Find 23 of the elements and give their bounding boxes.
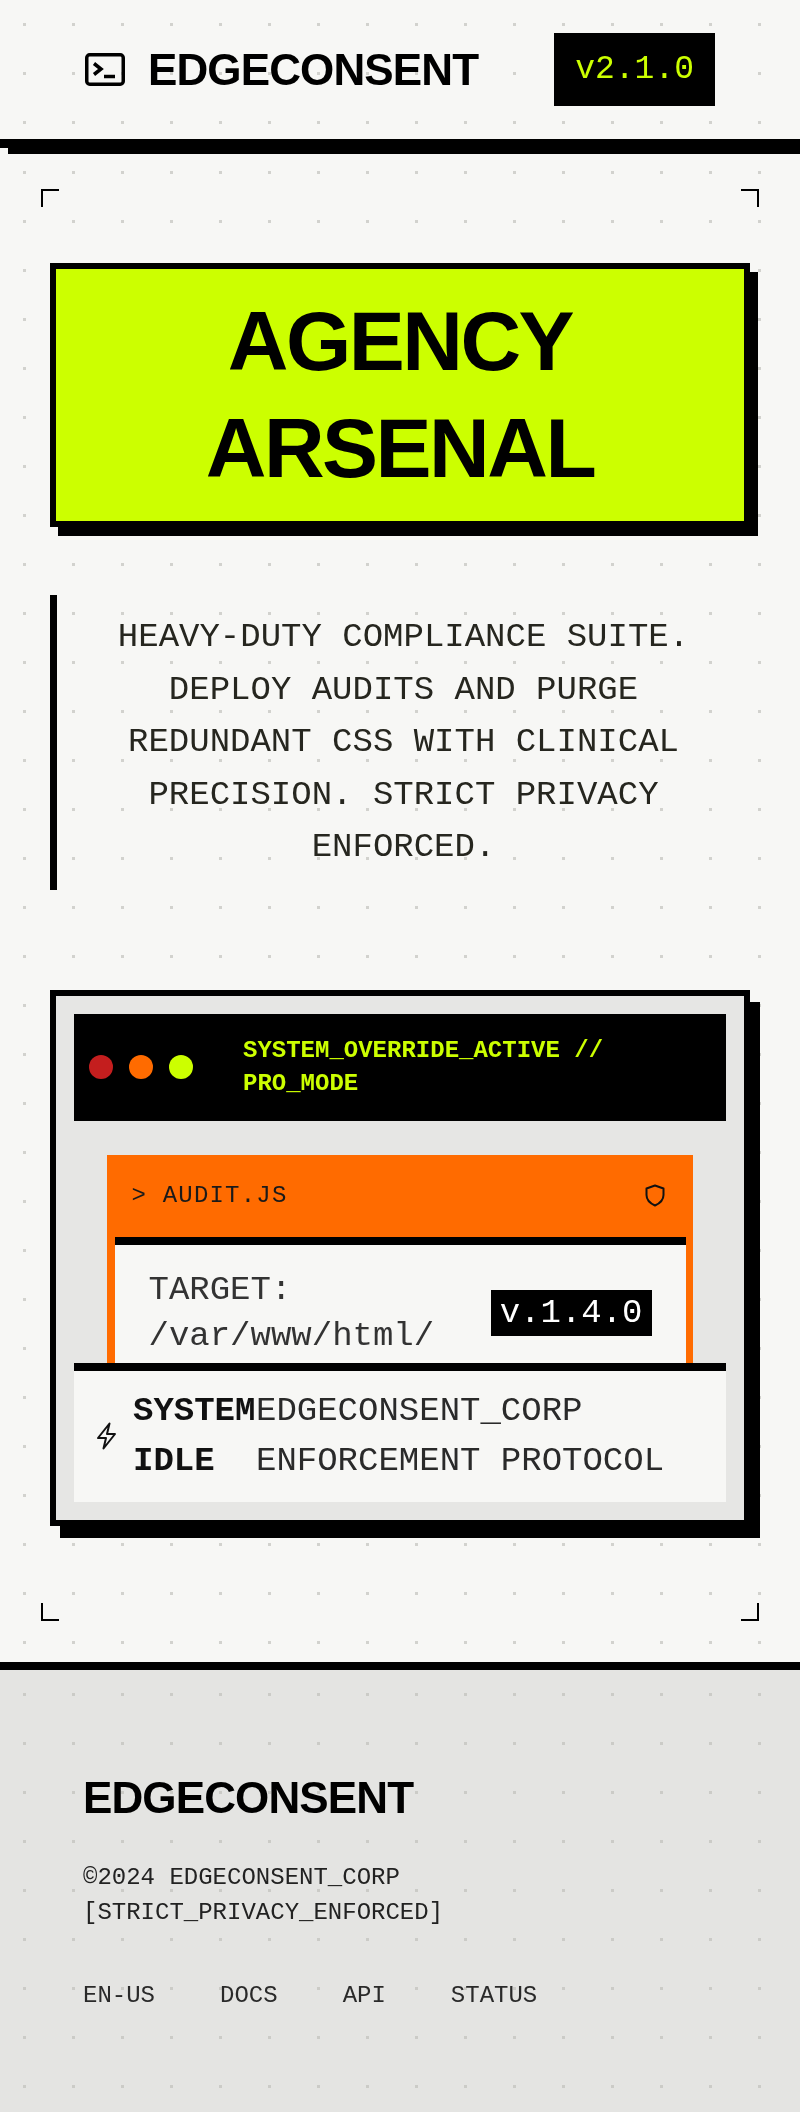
copyright-text: ©2024 EDGECONSENT_CORP [STRICT_PRIVACY_ENFORCED]: [83, 1863, 445, 1928]
version-badge: v.1.4.0: [490, 1289, 652, 1336]
status-label: SYSTEM IDLE: [133, 1391, 256, 1482]
footer-brand: EDGECONSENT: [83, 1772, 414, 1824]
status-text: EDGECONSENT_CORP ENFORCEMENT PROTOCOL: [256, 1391, 666, 1482]
footer-link[interactable]: STATUS: [450, 1978, 538, 2013]
lightning-icon: [96, 1422, 117, 1450]
panel-title: > AUDIT.JS: [131, 1183, 288, 1208]
version-badge: v2.1.0: [554, 33, 715, 106]
footer-link[interactable]: DOCS: [220, 1978, 278, 2013]
brand-logo: EDGECONSENT: [148, 47, 479, 92]
target-path-text: TARGET: /var/www/html/: [148, 1269, 436, 1357]
description-text: HEAVY-DUTY COMPLIANCE SUITE. DEPLOY AUDITS AND PURGE REDUNDANT CSS WITH CLINICAL PRECISION. STRICT PRIVACY ENFORCED.: [50, 595, 750, 890]
corner-bracket-icon: [41, 1603, 59, 1621]
terminal-icon: [85, 53, 125, 86]
footer-link[interactable]: EN-US: [83, 1978, 155, 2013]
hero-title: AGENCY ARSENAL: [204, 293, 596, 497]
corner-bracket-icon: [741, 189, 759, 207]
corner-bracket-icon: [741, 1603, 759, 1621]
terminal-title: SYSTEM_OVERRIDE_ACTIVE // PRO_MODE: [243, 1036, 605, 1099]
corner-bracket-icon: [41, 189, 59, 207]
shield-icon: [644, 1184, 665, 1207]
footer-link[interactable]: API: [342, 1978, 386, 2013]
